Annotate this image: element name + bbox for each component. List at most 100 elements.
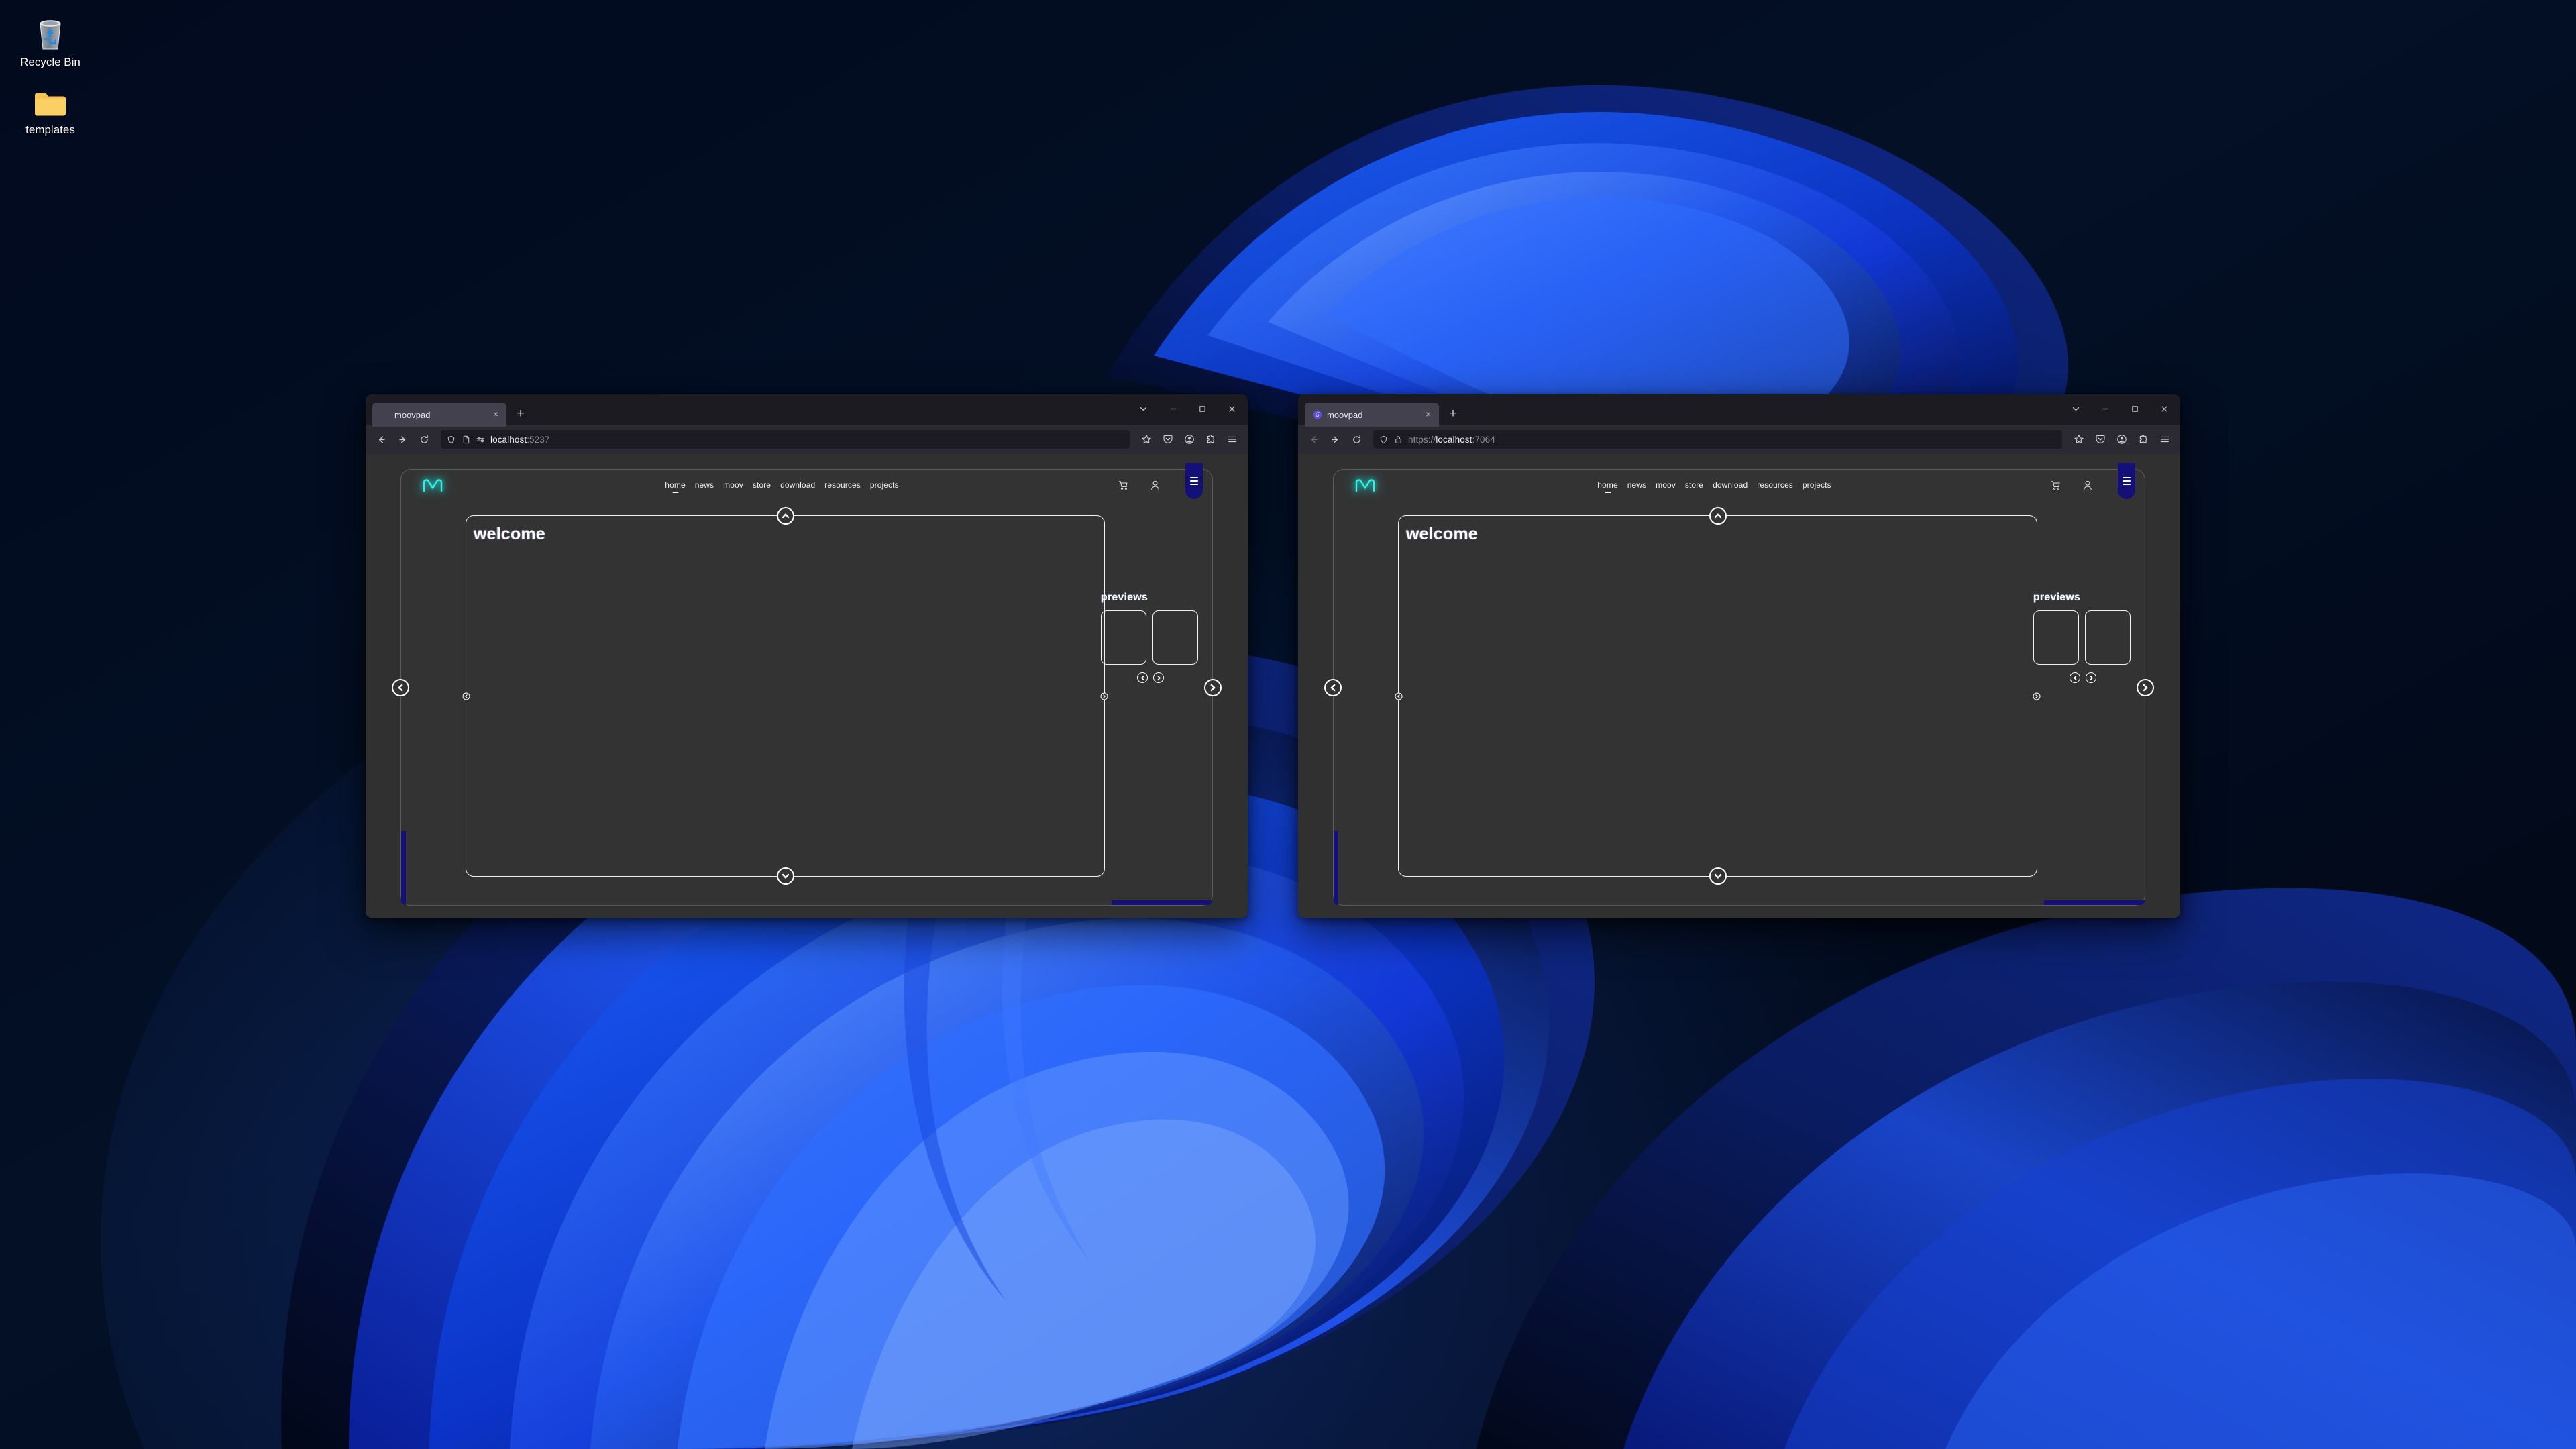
tab-title: moovpad [394, 409, 431, 420]
tracking-protection-shield-icon[interactable] [446, 435, 456, 445]
menu-item-moov[interactable]: moov [1656, 480, 1676, 490]
preview-card[interactable] [2033, 610, 2079, 665]
tab-close-icon[interactable]: × [490, 409, 501, 420]
site-nav-actions [1117, 479, 1161, 491]
stage-scroll-up-button[interactable] [776, 507, 794, 525]
window-controls [1128, 396, 1246, 421]
hamburger-line [2123, 480, 2131, 482]
preview-card[interactable] [2085, 610, 2131, 665]
page-info-icon[interactable] [461, 435, 471, 445]
menu-item-home[interactable]: home [665, 480, 685, 490]
extensions-icon[interactable] [1201, 429, 1221, 449]
tab-list-dropdown-icon[interactable] [2061, 397, 2090, 420]
menu-item-projects[interactable]: projects [870, 480, 899, 490]
preview-card[interactable] [1101, 610, 1146, 665]
stage-next-button[interactable] [1100, 692, 1108, 700]
stage-scroll-down-button[interactable] [1709, 867, 1727, 885]
stage-previous-button[interactable] [1395, 692, 1403, 700]
tab-close-icon[interactable]: × [1423, 409, 1434, 420]
close-icon[interactable] [1217, 397, 1246, 420]
reload-button[interactable] [414, 429, 434, 449]
forward-button[interactable] [1325, 429, 1345, 449]
new-tab-button[interactable]: + [511, 405, 530, 424]
left-accent-bar [401, 831, 406, 905]
content-stage [462, 507, 1108, 885]
previews-previous-button[interactable] [1137, 672, 1148, 683]
tracking-protection-shield-icon[interactable] [1379, 435, 1389, 445]
previews-section: previews [1101, 592, 1201, 683]
account-icon[interactable] [1179, 429, 1199, 449]
bottom-accent-bar [1112, 900, 1212, 905]
previews-nav [2070, 672, 2134, 683]
previews-previous-button[interactable] [2070, 672, 2080, 683]
browser-window-front[interactable]: moovpad × + https://localhost:7064 home … [1298, 394, 2180, 918]
tab-favicon-moovpad [1312, 410, 1322, 420]
toolbar-actions [1158, 429, 1242, 449]
browser-window-back[interactable]: moovpad × + localhost:5237 home news moo… [366, 394, 1248, 918]
preview-card[interactable] [1152, 610, 1198, 665]
menu-item-home[interactable]: home [1597, 480, 1617, 490]
cart-icon[interactable] [1117, 479, 1129, 491]
extensions-icon[interactable] [2133, 429, 2153, 449]
menu-item-store[interactable]: store [753, 480, 771, 490]
menu-drawer-tab[interactable] [2118, 463, 2135, 499]
stage-scroll-up-button[interactable] [1709, 507, 1727, 525]
moov-m-logo-icon[interactable] [419, 475, 447, 495]
back-button[interactable] [1303, 429, 1324, 449]
hamburger-line [2123, 477, 2131, 479]
tab-list-dropdown-icon[interactable] [1128, 397, 1158, 420]
maximize-icon[interactable] [2120, 397, 2149, 420]
page-next-button[interactable] [2137, 678, 2154, 696]
page-previous-button[interactable] [392, 678, 409, 696]
app-menu-icon[interactable] [2155, 429, 2175, 449]
page-next-button[interactable] [1204, 678, 1222, 696]
account-icon[interactable] [2082, 479, 2094, 491]
menu-item-resources[interactable]: resources [1757, 480, 1793, 490]
lock-secure-icon[interactable] [1393, 435, 1403, 445]
address-bar[interactable]: https://localhost:7064 [1373, 430, 2062, 449]
menu-item-news[interactable]: news [1627, 480, 1646, 490]
site-menu: home news moov store download resources … [1379, 480, 2049, 490]
stage-previous-button[interactable] [462, 692, 470, 700]
site-navbar: home news moov store download resources … [1334, 463, 2145, 500]
maximize-icon[interactable] [1187, 397, 1217, 420]
reload-button[interactable] [1346, 429, 1366, 449]
cart-icon[interactable] [2049, 479, 2061, 491]
recycle-bin-icon [0, 12, 101, 51]
desktop-icon-recycle-bin[interactable]: Recycle Bin [0, 5, 101, 73]
menu-item-download[interactable]: download [1713, 480, 1748, 490]
minimize-icon[interactable] [2090, 397, 2120, 420]
menu-item-store[interactable]: store [1685, 480, 1703, 490]
previews-next-button[interactable] [1153, 672, 1164, 683]
pocket-icon[interactable] [2090, 429, 2110, 449]
pocket-icon[interactable] [1158, 429, 1178, 449]
forward-button[interactable] [392, 429, 413, 449]
stage-next-button[interactable] [2033, 692, 2041, 700]
close-icon[interactable] [2149, 397, 2179, 420]
menu-item-resources[interactable]: resources [824, 480, 861, 490]
desktop-icon-templates[interactable]: templates [0, 73, 101, 141]
menu-drawer-tab[interactable] [1185, 463, 1203, 499]
hamburger-line [1190, 480, 1198, 482]
address-bar[interactable]: localhost:5237 [441, 430, 1130, 449]
minimize-icon[interactable] [1158, 397, 1187, 420]
menu-item-projects[interactable]: projects [1803, 480, 1831, 490]
menu-item-news[interactable]: news [695, 480, 714, 490]
bookmark-star-icon[interactable] [2069, 429, 2089, 449]
page-previous-button[interactable] [1324, 678, 1342, 696]
browser-tab[interactable]: moovpad × [372, 402, 506, 427]
bookmark-star-icon[interactable] [1136, 429, 1157, 449]
previews-next-button[interactable] [2086, 672, 2096, 683]
account-icon[interactable] [1149, 479, 1161, 491]
app-menu-icon[interactable] [1222, 429, 1242, 449]
stage-scroll-down-button[interactable] [776, 867, 794, 885]
new-tab-button[interactable]: + [1444, 405, 1462, 424]
menu-item-download[interactable]: download [780, 480, 815, 490]
back-button[interactable] [371, 429, 391, 449]
account-icon[interactable] [2112, 429, 2132, 449]
moov-m-logo-icon[interactable] [1351, 475, 1379, 495]
page-viewport: home news moov store download resources … [1298, 454, 2180, 918]
menu-item-moov[interactable]: moov [723, 480, 743, 490]
browser-tab[interactable]: moovpad × [1305, 402, 1439, 427]
site-permissions-icon[interactable] [476, 435, 486, 445]
